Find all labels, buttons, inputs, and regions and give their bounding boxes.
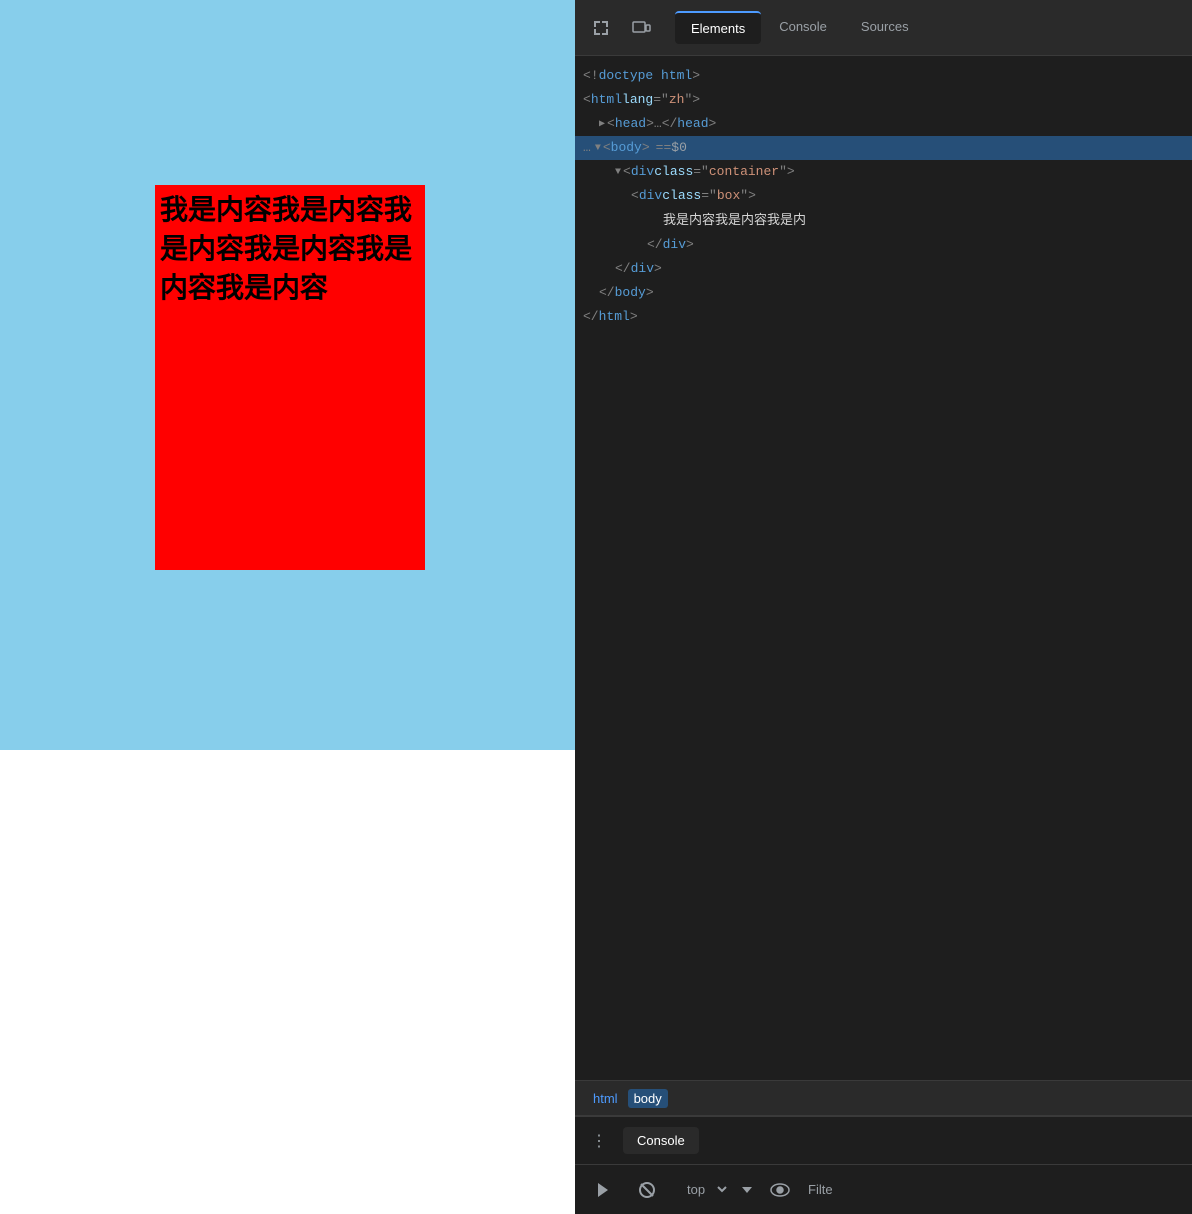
elements-panel: <!doctype html> <html lang="zh" > ▶ <hea…	[575, 56, 1192, 1080]
dom-html-close-line[interactable]: </html>	[575, 305, 1192, 329]
console-menu-button[interactable]: ⋮	[583, 1127, 615, 1155]
console-tab-button[interactable]: Console	[623, 1127, 699, 1154]
devtools-breadcrumb: html body	[575, 1080, 1192, 1116]
dom-box-close-line[interactable]: </div>	[575, 233, 1192, 257]
tab-sources[interactable]: Sources	[845, 11, 925, 44]
devtools-toolbar: Elements Console Sources	[575, 0, 1192, 56]
box-div: 我是内容我是内容我是内容我是内容我是内容我是内容	[155, 185, 425, 570]
breadcrumb-html[interactable]: html	[587, 1089, 624, 1108]
tab-console[interactable]: Console	[763, 11, 843, 44]
block-requests-button[interactable]	[631, 1174, 663, 1206]
dom-html-line[interactable]: <html lang="zh" >	[575, 88, 1192, 112]
box-text: 我是内容我是内容我是内容我是内容我是内容我是内容	[155, 185, 425, 313]
dom-container-line[interactable]: ▼ <div class="container" >	[575, 160, 1192, 184]
browser-viewport: 我是内容我是内容我是内容我是内容我是内容我是内容	[0, 0, 575, 1214]
dom-container-close-line[interactable]: </div>	[575, 257, 1192, 281]
tab-elements[interactable]: Elements	[675, 11, 761, 44]
execute-script-button[interactable]	[587, 1174, 619, 1206]
console-bar: top Filte	[575, 1164, 1192, 1214]
devtools-panel: Elements Console Sources <!doctype html>…	[575, 0, 1192, 1214]
dropdown-arrow-icon	[742, 1185, 752, 1195]
eye-button[interactable]	[764, 1174, 796, 1206]
filter-label: Filte	[808, 1182, 833, 1197]
dom-head-line[interactable]: ▶ <head>…</head>	[575, 112, 1192, 136]
dom-box-text-line: 我是内容我是内容我是内	[575, 209, 1192, 233]
dom-body-line[interactable]: … ▼ <body> == $0	[575, 136, 1192, 160]
dom-body-close-line[interactable]: </body>	[575, 281, 1192, 305]
devtools-tabs: Elements Console Sources	[675, 11, 925, 44]
dom-doctype-line[interactable]: <!doctype html>	[575, 64, 1192, 88]
inspect-element-button[interactable]	[583, 10, 619, 46]
context-selector[interactable]: top	[675, 1177, 730, 1202]
console-toolbar: ⋮ Console	[575, 1116, 1192, 1164]
breadcrumb-body[interactable]: body	[628, 1089, 668, 1108]
device-toolbar-button[interactable]	[623, 10, 659, 46]
toolbar-icons	[583, 10, 659, 46]
container-div: 我是内容我是内容我是内容我是内容我是内容我是内容	[0, 0, 575, 750]
dom-box-line[interactable]: <div class="box" >	[575, 184, 1192, 208]
